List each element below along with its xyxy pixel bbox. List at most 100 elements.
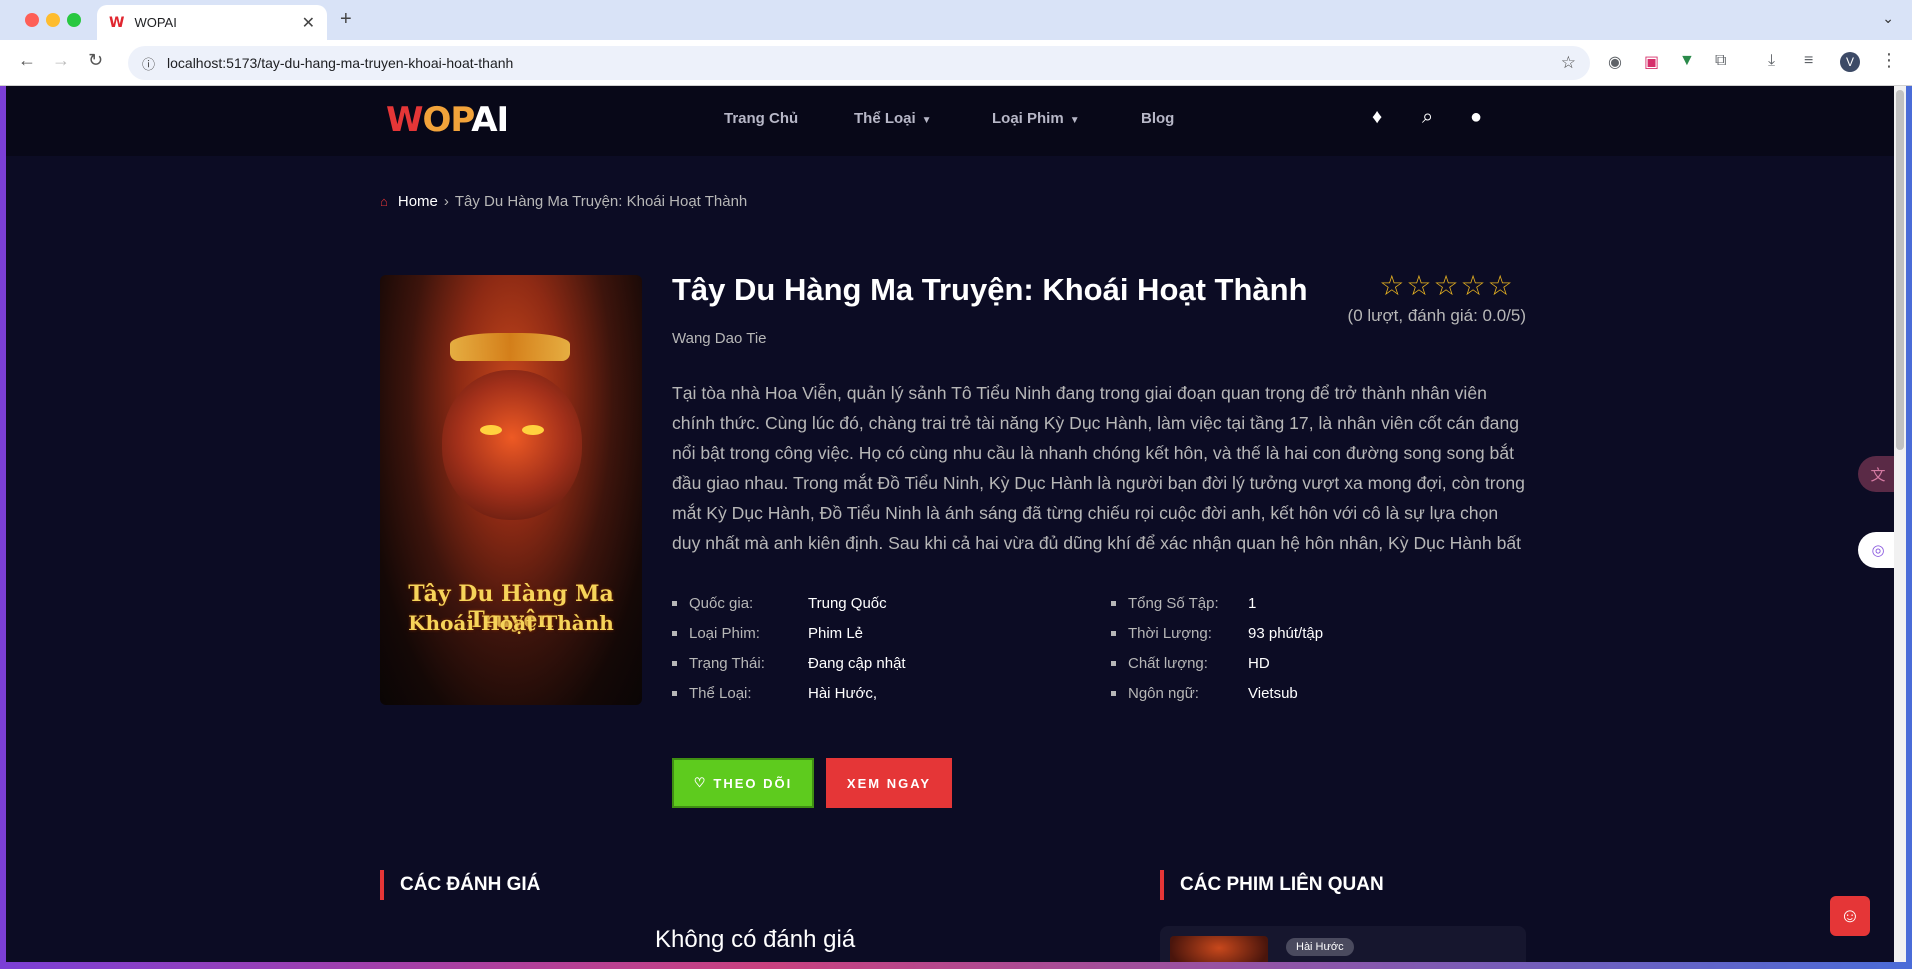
home-icon: ⌂ xyxy=(380,194,388,209)
bullet-icon xyxy=(1111,600,1116,606)
address-bar[interactable]: ⓘ localhost:5173/tay-du-hang-ma-truyen-k… xyxy=(128,46,1590,80)
movie-description: Tại tòa nhà Hoa Viễn, quản lý sảnh Tô Ti… xyxy=(672,383,1525,553)
related-genre-badge: Hài Hước xyxy=(1286,938,1354,956)
extensions-icon[interactable]: ⧉ xyxy=(1715,52,1726,70)
poster-eye-art xyxy=(522,425,544,435)
info-value: Vietsub xyxy=(1248,684,1298,702)
star-icon[interactable]: ☆ xyxy=(1461,272,1486,300)
info-label: Loại Phim: xyxy=(689,624,760,642)
breadcrumb: ⌂ Home › Tây Du Hàng Ma Truyện: Khoái Ho… xyxy=(380,193,747,210)
profile-avatar[interactable]: V xyxy=(1840,52,1860,72)
site-logo[interactable]: WOPAI xyxy=(386,100,509,140)
site-header: WOPAI Trang Chủ Thể Loại ▼ Loại Phim ▼ Blo… xyxy=(6,86,1894,156)
movie-original-name: Wang Dao Tie xyxy=(672,330,767,347)
vue-devtools-icon[interactable]: ▼ xyxy=(1679,52,1695,70)
download-icon[interactable]: ⤓ xyxy=(1768,52,1775,70)
chevron-down-icon: ▼ xyxy=(921,115,932,126)
minimize-window-button[interactable] xyxy=(46,13,60,27)
related-section-title: CÁC PHIM LIÊN QUAN xyxy=(1160,870,1384,900)
movie-poster: Tây Du Hàng Ma Truyện Khoái Hoạt Thành xyxy=(380,275,642,705)
related-movie-card[interactable]: Hài Hước xyxy=(1160,926,1526,962)
star-icon[interactable]: ☆ xyxy=(1433,272,1458,300)
poster-title-line2: Khoái Hoạt Thành xyxy=(408,611,614,635)
info-row: Tổng Số Tập: 1 xyxy=(1111,588,1323,618)
info-row: Trạng Thái: Đang cập nhật xyxy=(672,648,906,678)
title-bar: W WOPAI ✕ + ⌄ xyxy=(0,0,1912,40)
follow-button[interactable]: ♡ THEO DÕI xyxy=(672,758,814,808)
media-control-icon[interactable]: ≡ xyxy=(1804,52,1813,70)
nav-genre-label: Thể Loại xyxy=(854,110,916,127)
nav-blog[interactable]: Blog xyxy=(1141,110,1174,127)
close-window-button[interactable] xyxy=(25,13,39,27)
rating-text: (0 lượt, đánh giá: 0.0/5) xyxy=(1347,306,1526,325)
camera-icon[interactable]: ◉ xyxy=(1608,52,1622,72)
breadcrumb-current: Tây Du Hàng Ma Truyện: Khoái Hoạt Thành xyxy=(454,193,748,210)
gem-icon[interactable]: ♦ xyxy=(1372,106,1382,129)
close-tab-icon[interactable]: ✕ xyxy=(302,13,315,33)
browser-menu-icon[interactable]: ⋮ xyxy=(1880,50,1898,71)
tab-title: WOPAI xyxy=(134,15,177,30)
bullet-icon xyxy=(1111,690,1116,696)
logo-letters-ai: AI xyxy=(471,100,509,140)
poster-eye-art xyxy=(480,425,502,435)
nav-movie-type-label: Loại Phim xyxy=(992,110,1064,127)
nav-home[interactable]: Trang Chủ xyxy=(724,110,798,127)
bullet-icon xyxy=(672,630,677,636)
info-value: Đang cập nhật xyxy=(808,654,906,672)
info-value: Phim Lẻ xyxy=(808,624,864,642)
related-movie-thumbnail[interactable] xyxy=(1170,936,1268,962)
page-scrollbar[interactable] xyxy=(1894,86,1906,962)
browser-toolbar: ← → ↻ ⓘ localhost:5173/tay-du-hang-ma-tr… xyxy=(0,40,1912,86)
translate-extension-icon[interactable]: ▣ xyxy=(1644,52,1659,72)
new-tab-icon[interactable]: + xyxy=(340,8,352,31)
info-row: Loại Phim: Phim Lẻ xyxy=(672,618,906,648)
search-icon[interactable]: ⌕ xyxy=(1422,106,1433,129)
star-icon[interactable]: ☆ xyxy=(1406,272,1431,300)
chatbot-robot-button[interactable]: ☺ xyxy=(1830,896,1870,936)
scrollbar-thumb[interactable] xyxy=(1896,90,1904,450)
ai-assistant-float-button[interactable]: ◎ xyxy=(1858,532,1898,568)
page-viewport: WOPAI Trang Chủ Thể Loại ▼ Loại Phim ▼ Blo… xyxy=(6,86,1906,962)
info-label: Ngôn ngữ: xyxy=(1128,684,1199,702)
follow-button-label: THEO DÕI xyxy=(713,775,793,791)
breadcrumb-separator: › xyxy=(443,193,449,210)
nav-movie-type[interactable]: Loại Phim ▼ xyxy=(992,110,1080,127)
info-label: Quốc gia: xyxy=(689,594,754,612)
info-value: HD xyxy=(1248,654,1270,672)
info-label: Chất lượng: xyxy=(1128,654,1208,672)
breadcrumb-home-link[interactable]: Home xyxy=(398,193,438,210)
site-info-icon[interactable]: ⓘ xyxy=(142,54,155,73)
bookmark-star-icon[interactable]: ☆ xyxy=(1561,53,1576,73)
info-value: 1 xyxy=(1248,594,1257,612)
rating-stars[interactable]: ☆ ☆ ☆ ☆ ☆ xyxy=(1366,272,1526,300)
info-row: Thể Loại: Hài Hước, xyxy=(672,678,906,708)
rating-block: ☆ ☆ ☆ ☆ ☆ (0 lượt, đánh giá: 0.0/5) xyxy=(1326,272,1526,326)
forward-icon[interactable]: → xyxy=(52,50,70,71)
user-icon[interactable]: ● xyxy=(1470,106,1482,129)
info-list-left: Quốc gia: Trung Quốc Loại Phim: Phim Lẻ Trạn… xyxy=(672,588,906,708)
info-row: Thời Lượng: 93 phút/tập xyxy=(1111,618,1323,648)
movie-title: Tây Du Hàng Ma Truyện: Khoái Hoạt Thành xyxy=(672,272,1308,307)
logo-letter-w: W xyxy=(386,100,424,140)
star-icon[interactable]: ☆ xyxy=(1379,272,1404,300)
logo-letter-o: O xyxy=(422,100,452,140)
info-value: 93 phút/tập xyxy=(1248,624,1324,642)
info-label: Tổng Số Tập: xyxy=(1128,594,1219,612)
translate-float-button[interactable]: 文 xyxy=(1858,456,1898,492)
bullet-icon xyxy=(672,690,677,696)
bullet-icon xyxy=(672,600,677,606)
info-value: Hài Hước, xyxy=(808,684,878,702)
favicon-icon: W xyxy=(109,14,125,31)
maximize-window-button[interactable] xyxy=(67,13,81,27)
watch-now-button[interactable]: XEM NGAY xyxy=(826,758,952,808)
reload-icon[interactable]: ↻ xyxy=(88,50,103,71)
reviews-section-title: CÁC ĐÁNH GIÁ xyxy=(380,870,540,900)
browser-tab[interactable]: W WOPAI ✕ xyxy=(97,5,327,40)
back-icon[interactable]: ← xyxy=(18,50,36,71)
browser-chrome: W WOPAI ✕ + ⌄ ← → ↻ ⓘ localhost:5173/tay… xyxy=(0,0,1912,86)
url-text[interactable]: localhost:5173/tay-du-hang-ma-truyen-kho… xyxy=(167,55,1561,71)
tab-search-icon[interactable]: ⌄ xyxy=(1882,10,1894,27)
star-icon[interactable]: ☆ xyxy=(1488,272,1513,300)
poster-face-art xyxy=(442,370,582,520)
nav-genre[interactable]: Thể Loại ▼ xyxy=(854,110,932,127)
